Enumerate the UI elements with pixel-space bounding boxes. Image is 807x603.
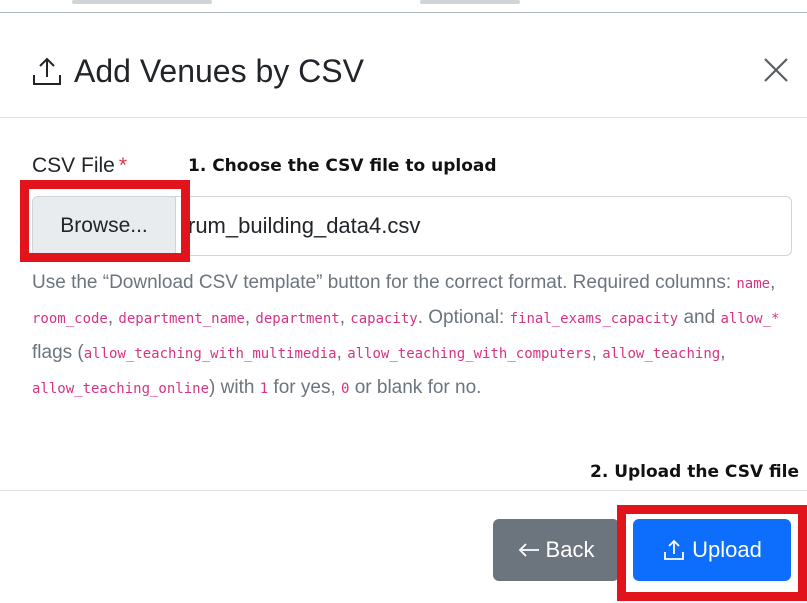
step-2-annotation: 2. Upload the CSV file [590,462,799,482]
help-text-part: , [336,342,348,363]
help-text-part: and [678,307,721,328]
background-text-fragment [420,0,520,4]
column-code: allow_teaching_with_computers [347,346,592,362]
help-text-part: flags ( [32,342,84,363]
help-text: Use the “Download CSV template” button f… [32,266,802,406]
upload-highlight-box [617,505,807,601]
back-button[interactable]: Back [493,519,619,581]
column-code: allow_teaching [602,346,721,362]
modal-title-text: Add Venues by CSV [74,53,364,89]
background-text-fragment [72,0,212,4]
help-text-part: , [339,307,351,328]
help-text-part: , [770,272,776,293]
column-code: allow_teaching_online [32,381,210,397]
column-code: final_exams_capacity [509,311,679,327]
modal-body: CSV File * 1. Choose the CSV file to uplo… [0,118,807,490]
help-text-part: , [591,342,603,363]
help-text-part: Use the “Download CSV template” button f… [32,272,737,293]
column-code: room_code [32,311,108,327]
modal-title: Add Venues by CSV [30,53,364,90]
help-text-part: , [244,307,256,328]
upload-icon [33,57,61,85]
help-text-part: or blank for no. [349,377,482,398]
step-1-annotation: 1. Choose the CSV file to upload [188,156,497,176]
modal-header: Add Venues by CSV [0,13,807,118]
required-mark: * [118,154,128,177]
arrow-left-icon [518,542,540,558]
selected-file-name: rum_building_data4.csv [188,213,421,238]
background-page-content [0,0,807,12]
back-button-label: Back [545,537,595,562]
column-code: department [255,311,340,327]
help-text-part: ) with [209,377,260,398]
browse-highlight-box [20,180,190,262]
column-code: allow_* [720,311,780,327]
help-text-part: for yes, [268,377,341,398]
column-code: 1 [259,381,269,397]
help-text-part: , [720,342,726,363]
close-icon[interactable] [759,53,793,87]
column-code: allow_teaching_with_multimedia [83,346,337,362]
column-code: capacity [350,311,418,327]
column-code: department_name [118,311,245,327]
csv-file-label: CSV File * [32,154,127,178]
help-text-part: , [107,307,119,328]
column-code: name [736,276,771,292]
help-text-part: . Optional: [417,307,510,328]
csv-file-label-text: CSV File [32,154,115,177]
